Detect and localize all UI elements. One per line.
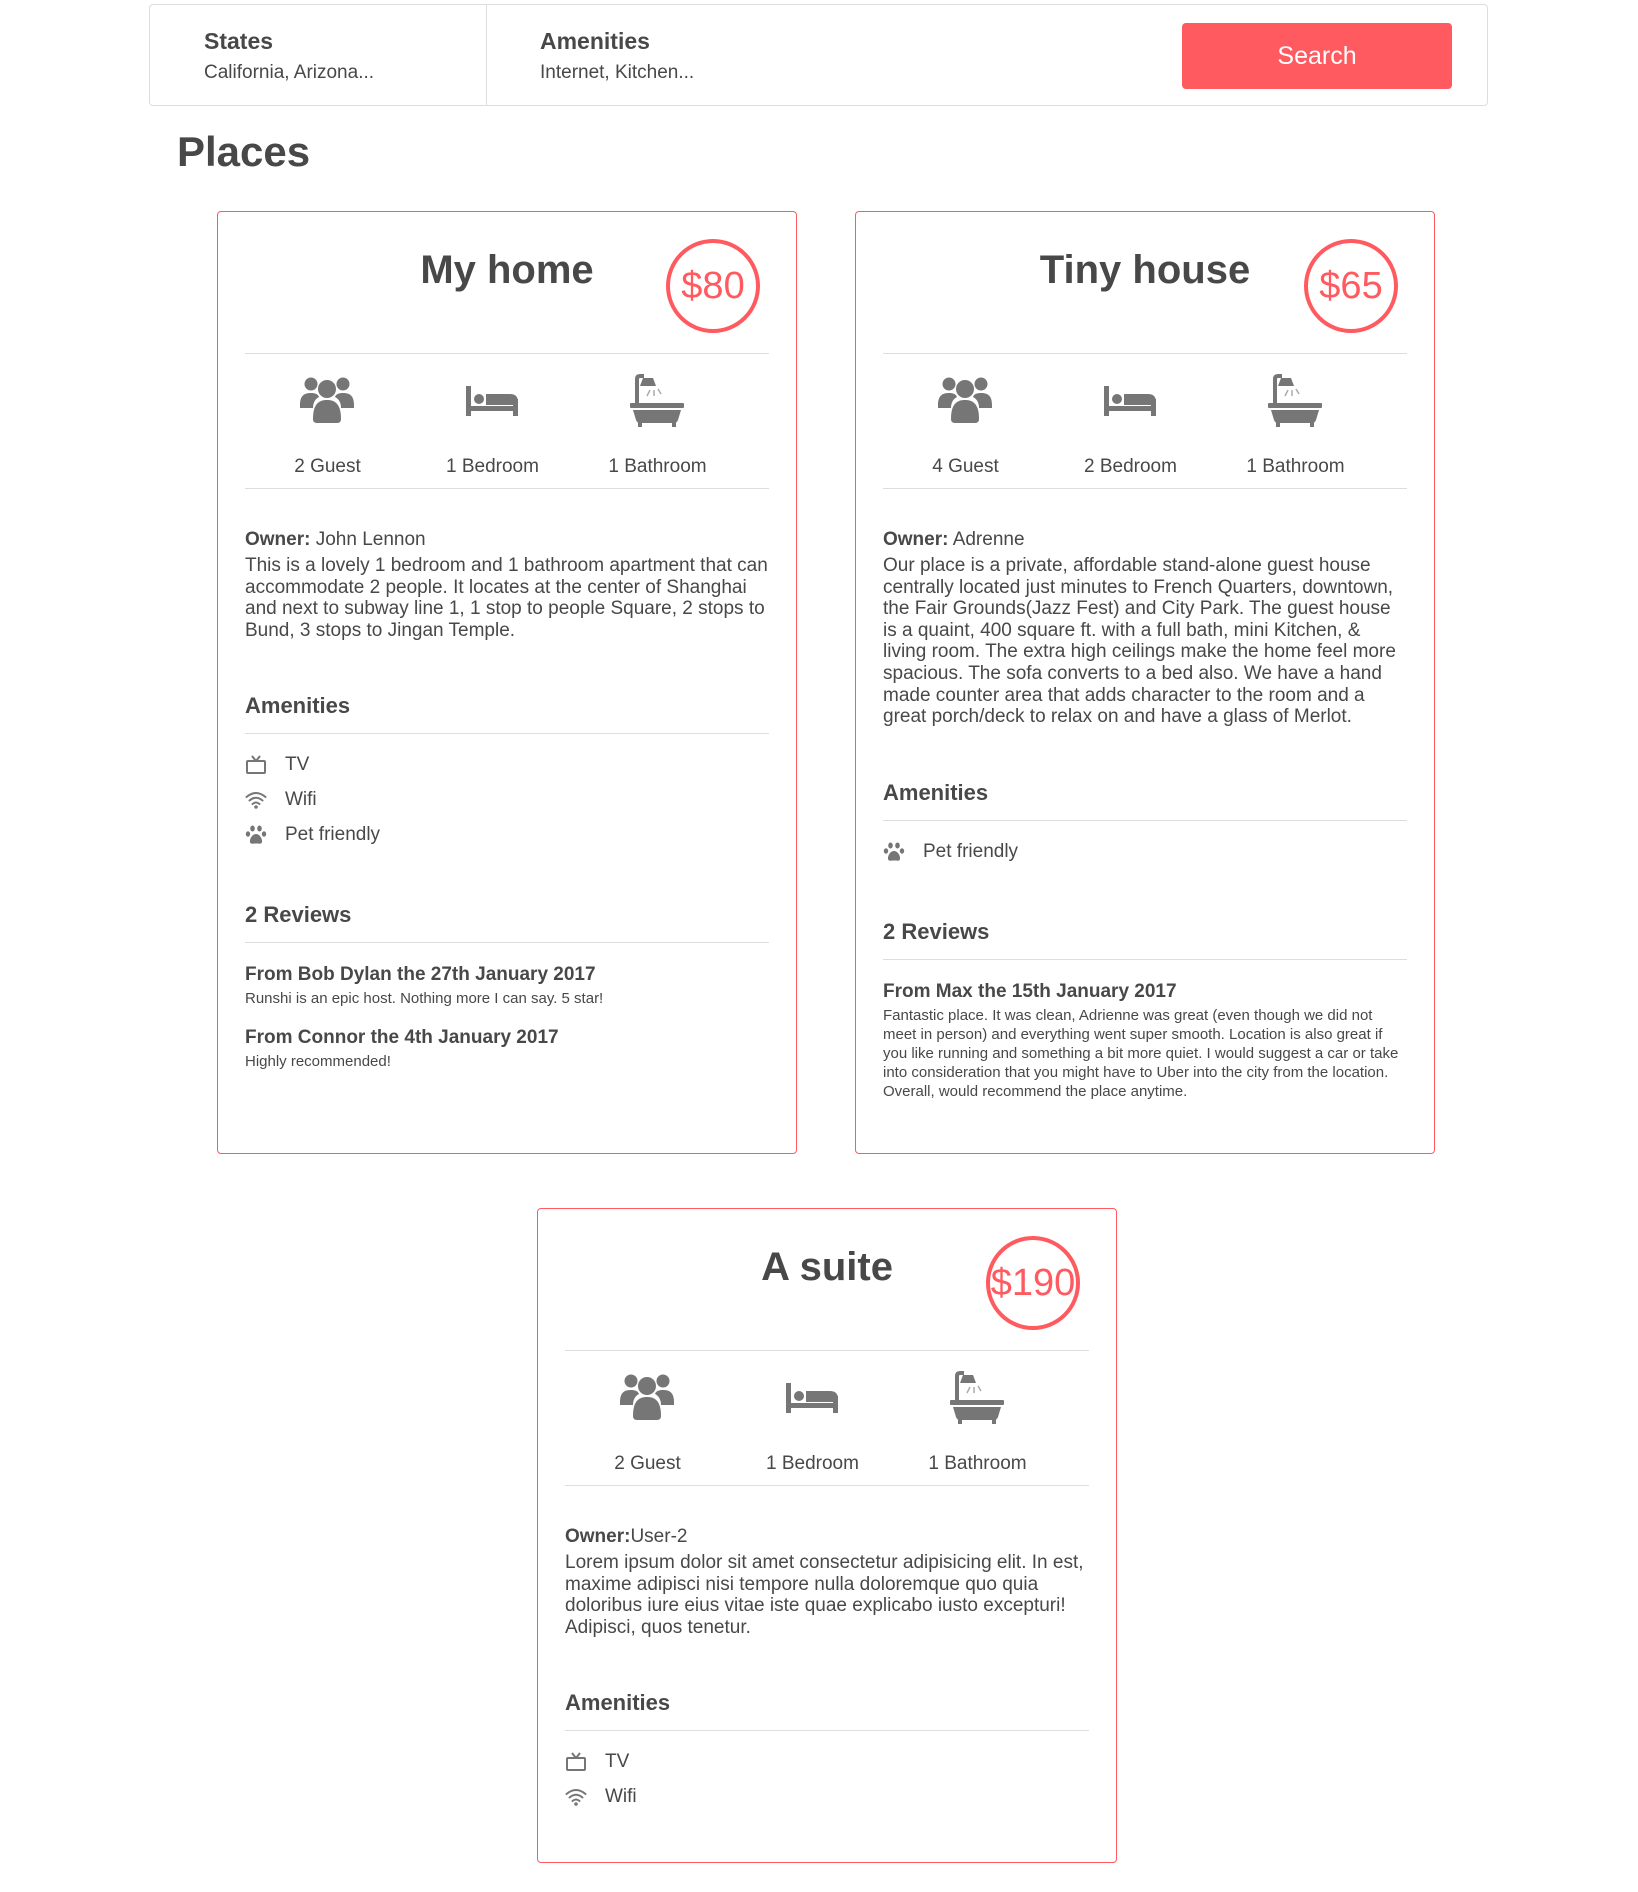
place-header: A suite $190 bbox=[565, 1209, 1089, 1351]
amenities-list: TV Wifi Pet friendly bbox=[245, 752, 769, 857]
info-bedrooms: 2 Bedroom bbox=[1048, 354, 1213, 488]
guests-label: 2 Guest bbox=[614, 1453, 681, 1474]
bedrooms-label: 1 Bedroom bbox=[766, 1453, 859, 1474]
bathtub-icon bbox=[630, 374, 684, 427]
info-bathrooms: 1 Bathroom bbox=[895, 1351, 1060, 1485]
review-item: From Connor the 4th January 2017 Highly r… bbox=[245, 1026, 769, 1071]
bed-icon bbox=[1104, 386, 1156, 416]
wifi-icon bbox=[245, 792, 267, 810]
place-description: Our place is a private, affordable stand… bbox=[883, 555, 1396, 728]
owner-line: Owner: Adrenne bbox=[883, 529, 1407, 551]
tv-icon bbox=[246, 755, 266, 775]
bedrooms-label: 2 Bedroom bbox=[1084, 456, 1177, 477]
place-info: 2 Guest 1 Bedroom 1 Bathroom bbox=[245, 354, 769, 489]
amenity-label: Pet friendly bbox=[923, 840, 1019, 862]
paw-icon bbox=[245, 825, 267, 845]
amenities-heading: Amenities bbox=[565, 1690, 1089, 1732]
bathrooms-label: 1 Bathroom bbox=[928, 1453, 1027, 1474]
amenity-item: TV bbox=[245, 752, 769, 787]
bedrooms-label: 1 Bedroom bbox=[446, 456, 539, 477]
wifi-icon bbox=[565, 1789, 587, 1807]
place-card: My home $80 2 Guest 1 Bedroom 1 Bathroom O… bbox=[217, 211, 797, 1154]
amenity-label: Wifi bbox=[605, 1786, 637, 1808]
price-badge: $80 bbox=[666, 239, 760, 333]
price-badge: $65 bbox=[1304, 239, 1398, 333]
amenities-heading: Amenities bbox=[245, 693, 769, 735]
owner-label: Owner: bbox=[883, 529, 949, 550]
owner-label: Owner: bbox=[565, 1526, 631, 1547]
page-title: Places bbox=[177, 128, 311, 175]
review-text: Runshi is an epic host. Nothing more I c… bbox=[245, 990, 604, 1008]
states-filter[interactable]: States California, Arizona... bbox=[150, 5, 487, 105]
place-card: Tiny house $65 4 Guest 2 Bedroom 1 Bathro… bbox=[855, 211, 1435, 1154]
info-bedrooms: 1 Bedroom bbox=[730, 1351, 895, 1485]
info-bathrooms: 1 Bathroom bbox=[1213, 354, 1378, 488]
bed-icon bbox=[786, 1383, 838, 1413]
amenities-heading: Amenities bbox=[883, 780, 1407, 821]
review-header: From Connor the 4th January 2017 bbox=[245, 1027, 559, 1049]
owner-name: User-2 bbox=[630, 1526, 688, 1547]
search-button[interactable]: Search bbox=[1182, 23, 1452, 89]
reviews-heading: 2 Reviews bbox=[883, 919, 1407, 960]
states-filter-title: States bbox=[204, 28, 274, 54]
bed-icon bbox=[466, 386, 518, 416]
amenity-label: TV bbox=[605, 1751, 630, 1773]
info-bedrooms: 1 Bedroom bbox=[410, 354, 575, 488]
amenity-label: TV bbox=[285, 754, 310, 776]
info-guests: 4 Guest bbox=[883, 354, 1048, 488]
tv-icon bbox=[566, 1752, 586, 1772]
reviews-heading: 2 Reviews bbox=[245, 902, 769, 944]
paw-icon bbox=[883, 842, 905, 861]
info-guests: 2 Guest bbox=[565, 1351, 730, 1485]
place-header: My home $80 bbox=[245, 212, 769, 354]
place-info: 4 Guest 2 Bedroom 1 Bathroom bbox=[883, 354, 1407, 489]
place-card: A suite $190 2 Guest 1 Bedroom 1 Bathroom… bbox=[537, 1208, 1117, 1863]
bathrooms-label: 1 Bathroom bbox=[608, 456, 707, 477]
owner-line: Owner:User-2 bbox=[565, 1526, 1089, 1548]
place-info: 2 Guest 1 Bedroom 1 Bathroom bbox=[565, 1351, 1089, 1486]
bathtub-icon bbox=[1268, 374, 1322, 427]
guests-label: 4 Guest bbox=[932, 456, 999, 477]
place-description: This is a lovely 1 bedroom and 1 bathroo… bbox=[245, 555, 768, 641]
amenities-filter[interactable]: Amenities Internet, Kitchen... bbox=[486, 5, 986, 105]
amenity-label: Pet friendly bbox=[285, 824, 381, 846]
filters-bar: States California, Arizona... Amenities … bbox=[149, 4, 1488, 106]
review-text: Fantastic place. It was clean, Adrienne … bbox=[883, 1006, 1399, 1100]
amenities-filter-value: Internet, Kitchen... bbox=[540, 62, 695, 83]
amenity-item: Wifi bbox=[565, 1784, 1089, 1819]
info-guests: 2 Guest bbox=[245, 354, 410, 488]
owner-line: Owner: John Lennon bbox=[245, 529, 769, 551]
review-text: Highly recommended! bbox=[245, 1053, 391, 1071]
amenities-list: Pet friendly bbox=[883, 839, 1407, 874]
amenities-filter-title: Amenities bbox=[540, 28, 650, 54]
amenity-item: TV bbox=[565, 1749, 1089, 1784]
amenity-item: Pet friendly bbox=[245, 822, 769, 857]
guests-icon bbox=[938, 377, 992, 423]
guests-icon bbox=[620, 1374, 674, 1420]
place-description: Lorem ipsum dolor sit amet consectetur a… bbox=[565, 1552, 1084, 1638]
guests-icon bbox=[300, 377, 354, 423]
amenity-label: Wifi bbox=[285, 789, 317, 811]
review-header: From Max the 15th January 2017 bbox=[883, 980, 1177, 1002]
amenity-item: Wifi bbox=[245, 787, 769, 822]
owner-name: Adrenne bbox=[952, 529, 1025, 550]
price-badge: $190 bbox=[986, 1236, 1080, 1330]
amenities-list: TV Wifi bbox=[565, 1749, 1089, 1819]
states-filter-value: California, Arizona... bbox=[204, 62, 375, 83]
amenity-item: Pet friendly bbox=[883, 839, 1407, 874]
review-item: From Bob Dylan the 27th January 2017 Runs… bbox=[245, 963, 769, 1008]
info-bathrooms: 1 Bathroom bbox=[575, 354, 740, 488]
place-header: Tiny house $65 bbox=[883, 212, 1407, 354]
bathrooms-label: 1 Bathroom bbox=[1246, 456, 1345, 477]
guests-label: 2 Guest bbox=[294, 456, 361, 477]
owner-label: Owner: bbox=[245, 529, 311, 550]
bathtub-icon bbox=[950, 1371, 1004, 1424]
owner-name: John Lennon bbox=[315, 529, 426, 550]
review-header: From Bob Dylan the 27th January 2017 bbox=[245, 964, 596, 986]
review-item: From Max the 15th January 2017 Fantastic … bbox=[883, 980, 1407, 1101]
